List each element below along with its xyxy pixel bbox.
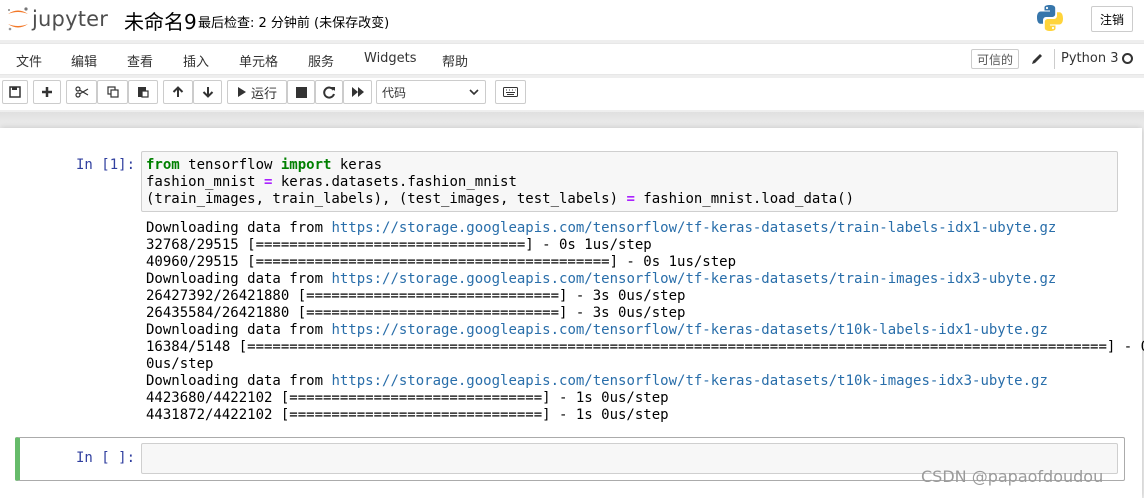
- output-text: 26435584/26421880 [=====================…: [146, 305, 686, 321]
- menu-widgets[interactable]: Widgets: [364, 51, 417, 66]
- run-label: 运行: [250, 86, 277, 102]
- plus-icon: [42, 87, 52, 97]
- run-button[interactable]: 运行: [227, 80, 287, 104]
- insert-cell-button[interactable]: [33, 80, 61, 104]
- paste-icon: [138, 87, 149, 98]
- jupyter-logo[interactable]: jupyter: [5, 5, 108, 33]
- save-icon: [9, 86, 21, 98]
- download-link[interactable]: https://storage.googleapis.com/tensorflo…: [331, 220, 1056, 236]
- output-text: Downloading data from: [146, 373, 332, 389]
- output-line: 26427392/26421880 [=====================…: [146, 288, 1126, 305]
- copy-icon: [106, 86, 119, 98]
- cell-type-select[interactable]: 代码: [376, 80, 486, 104]
- output-text: 4431872/4422102 [=======================…: [146, 407, 669, 423]
- refresh-icon: [322, 86, 335, 98]
- output-line: Downloading data from https://storage.go…: [146, 373, 1126, 390]
- code-input[interactable]: from tensorflow import keras fashion_mni…: [141, 151, 1118, 212]
- pencil-icon[interactable]: [1030, 52, 1044, 66]
- restart-button[interactable]: [315, 80, 343, 104]
- input-prompt: In [ ]:: [76, 450, 136, 466]
- output-line: 32768/29515 [===========================…: [146, 237, 1126, 254]
- menu-help[interactable]: 帮助: [442, 51, 468, 70]
- output-text: 0us/step: [146, 356, 214, 372]
- output-line: 16384/5148 [============================…: [146, 339, 1144, 356]
- paste-button[interactable]: [128, 80, 158, 104]
- fast-forward-icon: [351, 87, 364, 97]
- output-text: 26427392/26421880 [=====================…: [146, 288, 686, 304]
- notebook-name[interactable]: 未命名9: [124, 6, 197, 35]
- output-text: 40960/29515 [===========================…: [146, 254, 737, 270]
- header: jupyter 未命名9 最后检查: 2 分钟前 (未保存改变) 注销: [0, 0, 1144, 40]
- interrupt-button[interactable]: [287, 80, 315, 104]
- output-line: 26435584/26421880 [=====================…: [146, 305, 1126, 322]
- checkpoint-status: 最后检查: 2 分钟前 (未保存改变): [198, 16, 390, 31]
- menu-view[interactable]: 查看: [127, 51, 153, 70]
- jupyter-logo-icon: [8, 7, 28, 31]
- output-line: 40960/29515 [===========================…: [146, 254, 1126, 271]
- output-text: Downloading data from: [146, 322, 332, 338]
- scissors-icon: [74, 86, 88, 98]
- restart-run-all-button[interactable]: [343, 80, 372, 104]
- menu-insert[interactable]: 插入: [183, 51, 209, 70]
- output-text: 4423680/4422102 [=======================…: [146, 390, 669, 406]
- menu-file[interactable]: 文件: [16, 51, 42, 70]
- menu-cell[interactable]: 单元格: [239, 51, 278, 70]
- move-up-button[interactable]: [163, 80, 193, 104]
- chevron-down-icon: [469, 89, 479, 96]
- download-link[interactable]: https://storage.googleapis.com/tensorflo…: [331, 373, 1047, 389]
- download-link[interactable]: https://storage.googleapis.com/tensorflo…: [331, 271, 1056, 287]
- keyboard-icon: [503, 87, 518, 97]
- download-link[interactable]: https://storage.googleapis.com/tensorflo…: [331, 322, 1047, 338]
- code-line: fashion_mnist = keras.datasets.fashion_m…: [146, 174, 517, 190]
- copy-button[interactable]: [97, 80, 128, 104]
- cell-output: Downloading data from https://storage.go…: [146, 220, 1144, 424]
- code-line: from tensorflow import keras: [146, 157, 383, 173]
- output-text: Downloading data from: [146, 220, 332, 236]
- output-line: 4431872/4422102 [=======================…: [146, 407, 1126, 424]
- output-line: 4423680/4422102 [=======================…: [146, 390, 1126, 407]
- python-logo-icon: [1037, 5, 1063, 31]
- save-button[interactable]: [2, 80, 28, 104]
- output-line: 0us/step: [146, 356, 1126, 373]
- output-line: Downloading data from https://storage.go…: [146, 220, 1126, 237]
- code-editor[interactable]: from tensorflow import keras fashion_mni…: [142, 152, 1117, 213]
- watermark: CSDN @papaofdoudou: [921, 467, 1104, 486]
- kernel-name[interactable]: Python 3: [1061, 51, 1118, 66]
- output-line: Downloading data from https://storage.go…: [146, 271, 1126, 288]
- stop-icon: [295, 86, 307, 98]
- toolbar: 运行 代码: [0, 78, 1144, 110]
- menubar: 文件 编辑 查看 插入 单元格 服务 Widgets 帮助 可信的 Python…: [0, 43, 1144, 75]
- cell-type-value: 代码: [382, 85, 407, 100]
- command-palette-button[interactable]: [495, 80, 526, 104]
- arrow-up-icon: [172, 86, 184, 97]
- output-text: 32768/29515 [===========================…: [146, 237, 652, 253]
- output-text: Downloading data from: [146, 271, 332, 287]
- cut-button[interactable]: [66, 80, 97, 104]
- kernel-idle-indicator-icon: [1122, 53, 1133, 64]
- trusted-indicator[interactable]: 可信的: [971, 49, 1020, 69]
- divider: [1054, 49, 1055, 69]
- menu-edit[interactable]: 编辑: [71, 51, 97, 70]
- notebook-background: [0, 112, 1144, 128]
- play-icon: [237, 87, 246, 97]
- output-text: 16384/5148 [============================…: [146, 339, 1144, 355]
- logo-text: jupyter: [32, 7, 109, 31]
- arrow-down-icon: [202, 87, 213, 98]
- menu-kernel[interactable]: 服务: [308, 51, 334, 70]
- output-line: Downloading data from https://storage.go…: [146, 322, 1126, 339]
- move-down-button[interactable]: [193, 80, 222, 104]
- input-prompt: In [1]:: [76, 157, 136, 173]
- logout-button[interactable]: 注销: [1091, 6, 1133, 32]
- code-line: (train_images, train_labels), (test_imag…: [146, 191, 855, 207]
